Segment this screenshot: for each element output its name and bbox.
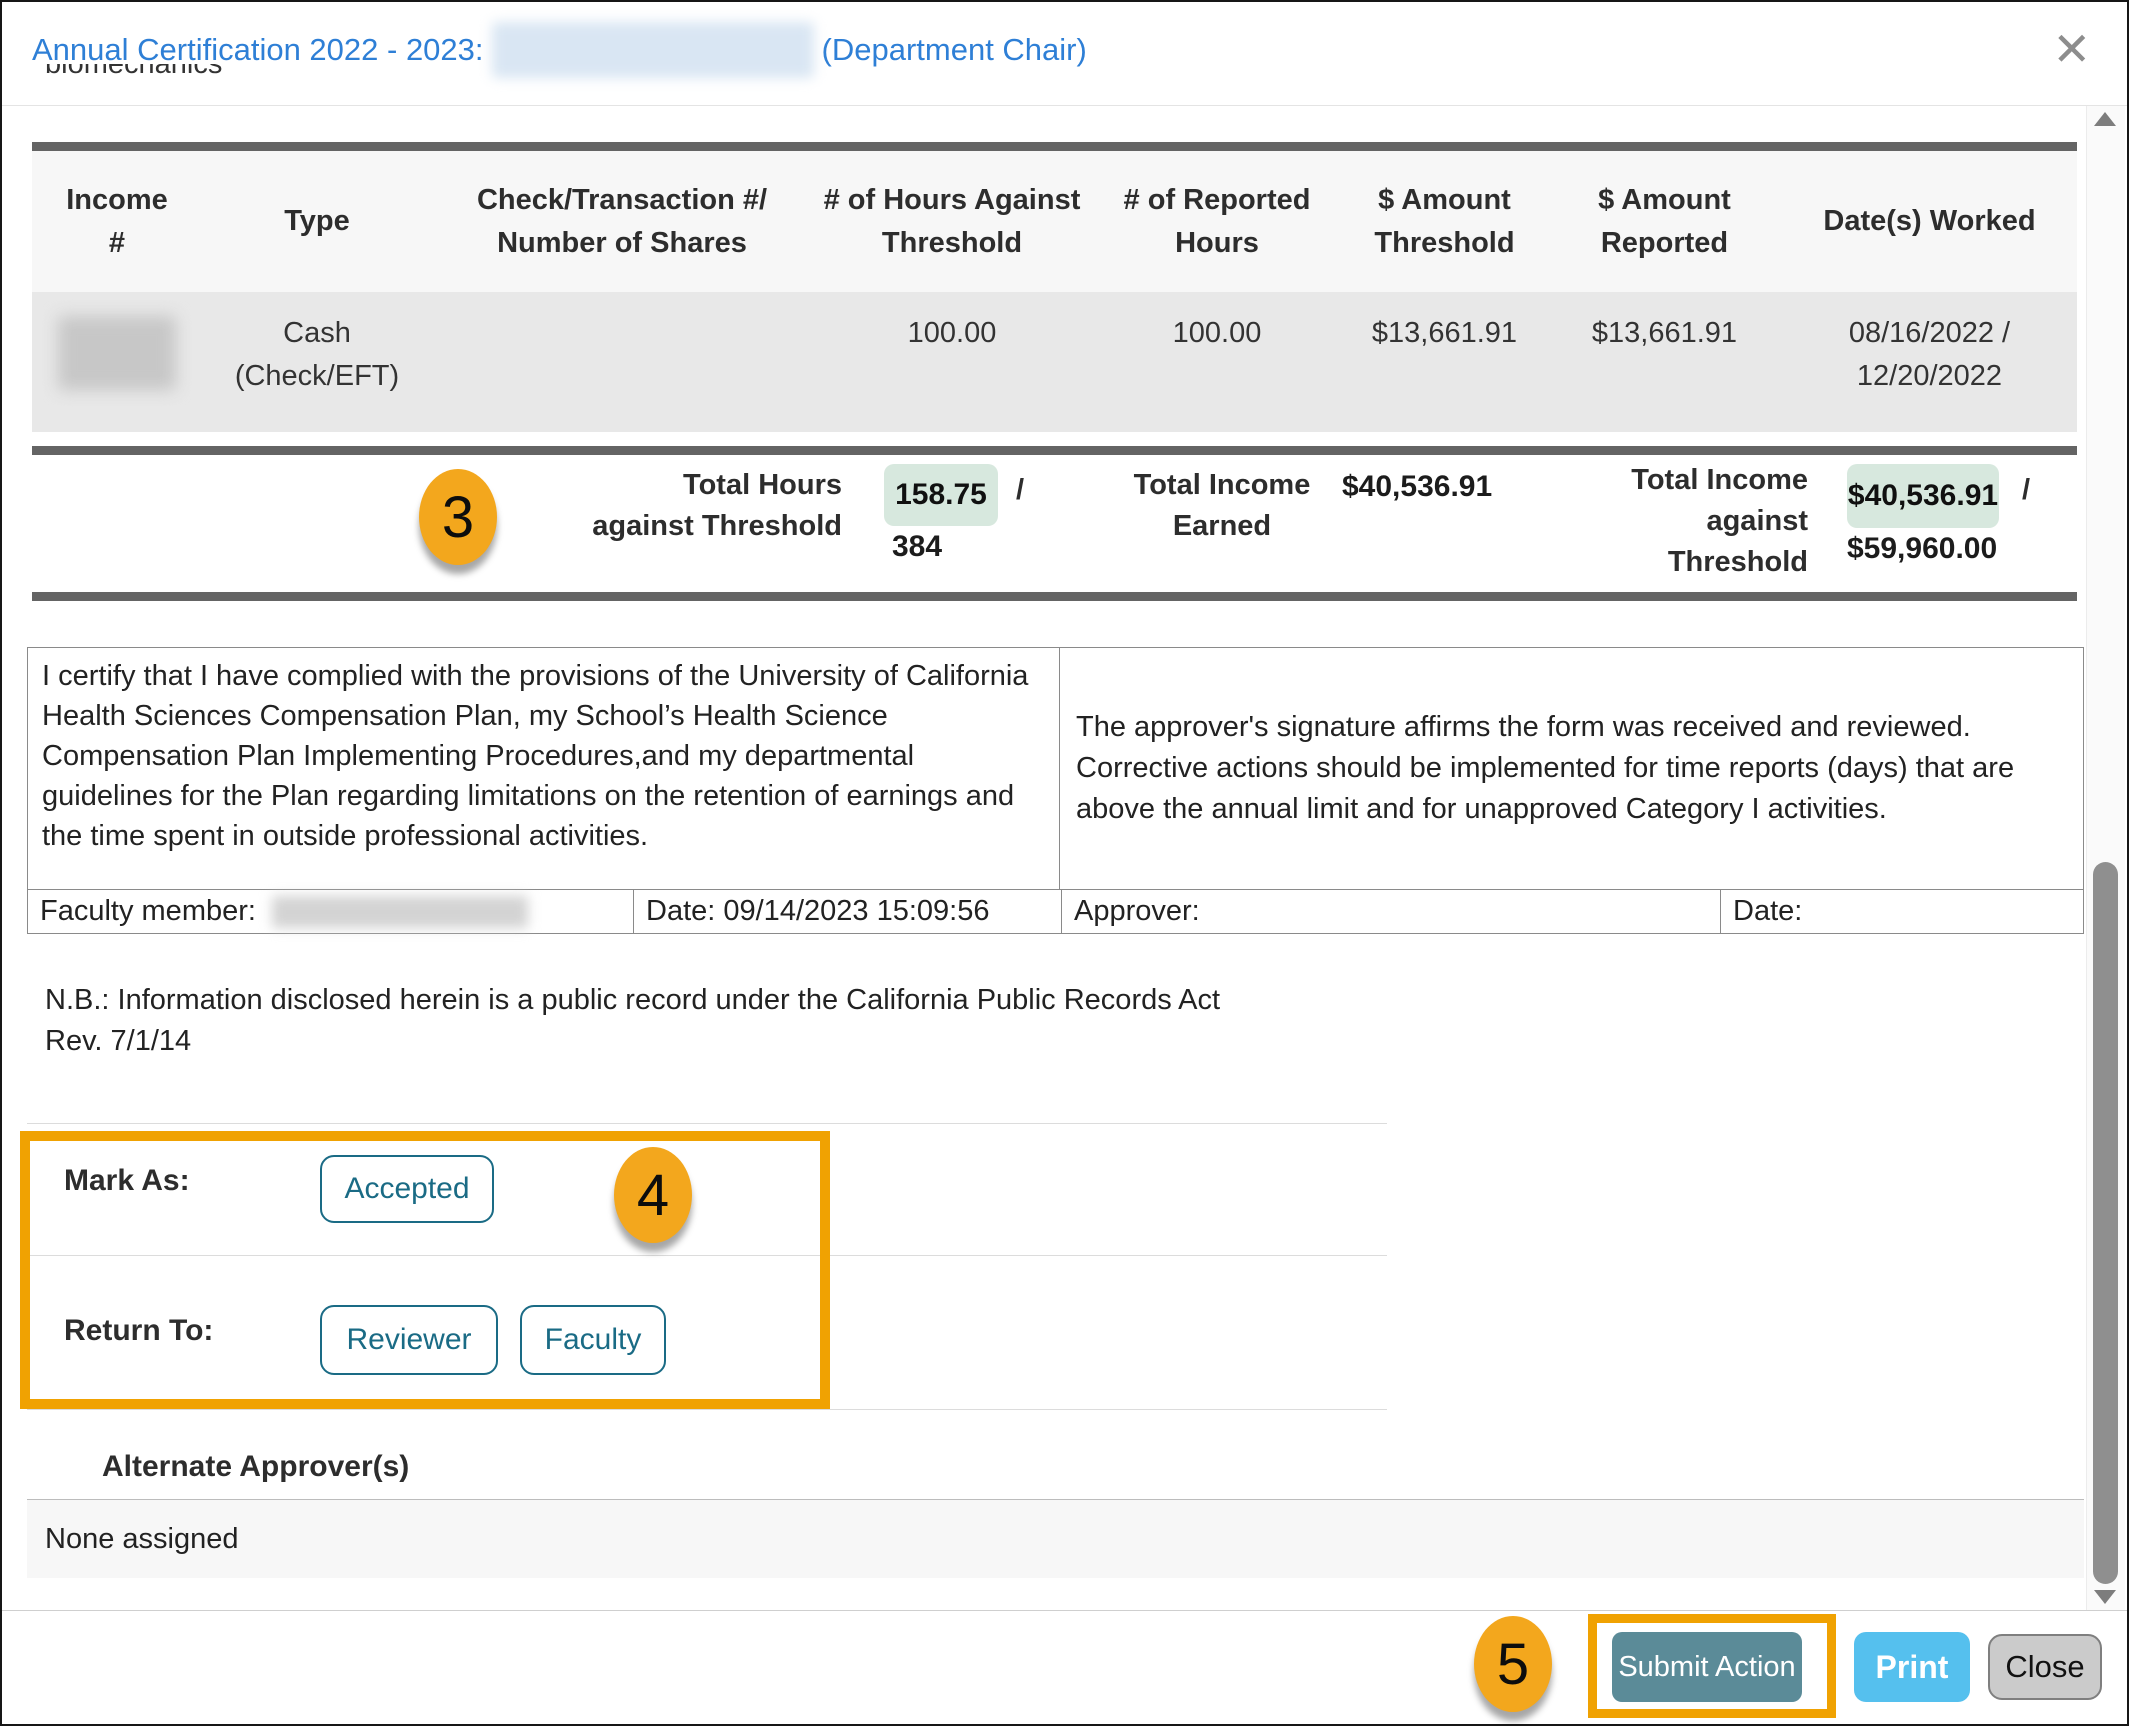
row-divider [27, 1409, 1387, 1410]
income-table-header: Income # Type Check/Transaction #/ Numbe… [32, 151, 2077, 292]
approver-certification-statement: The approver's signature affirms the for… [1060, 648, 2083, 889]
col-dates-worked: Date(s) Worked [1782, 151, 2077, 292]
cell-income-number [32, 292, 202, 432]
vertical-scrollbar-thumb[interactable] [2093, 862, 2118, 1584]
approver-date-cell: Date: [1721, 890, 2083, 933]
title-prefix: Annual Certification 2022 - 2023: [32, 32, 484, 68]
total-income-threshold-max: $59,960.00 [1847, 532, 1997, 566]
total-hours-value-badge: 158.75 [884, 464, 998, 526]
redacted-name [492, 22, 814, 78]
col-hours-against-threshold: # of Hours Against Threshold [812, 151, 1092, 292]
income-table-row: Cash (Check/EFT) 100.00 100.00 $13,661.9… [32, 292, 2077, 432]
redacted-faculty-name [272, 896, 528, 928]
total-hours-label: Total Hours against Threshold [492, 465, 842, 547]
cell-reported-hours: 100.00 [1092, 292, 1342, 432]
cell-type: Cash (Check/EFT) [202, 292, 432, 432]
step-3-badge: 3 [419, 469, 497, 565]
modal-title-bar: Annual Certification 2022 - 2023: (Depar… [2, 2, 2129, 106]
cell-check-transaction [432, 292, 812, 432]
faculty-certification-statement: I certify that I have complied with the … [28, 648, 1060, 889]
cell-hours-against-threshold: 100.00 [812, 292, 1092, 432]
cell-amount-reported: $13,661.91 [1547, 292, 1782, 432]
step-5-highlight-box [1588, 1614, 1836, 1718]
total-income-earned-label: Total Income Earned [1122, 465, 1322, 547]
approver-cell: Approver: [1062, 890, 1721, 933]
total-income-threshold-value-badge: $40,536.91 [1847, 464, 1999, 528]
redacted-income-number [58, 316, 176, 390]
public-record-note: N.B.: Information disclosed herein is a … [45, 980, 1220, 1062]
scroll-down-arrow-icon[interactable] [2094, 1590, 2116, 1604]
revision-line: Rev. 7/1/14 [45, 1021, 1220, 1062]
cell-dates-worked: 08/16/2022 / 12/20/2022 [1782, 292, 2077, 432]
row-divider [27, 1123, 1387, 1124]
col-amount-threshold: $ Amount Threshold [1342, 151, 1547, 292]
annual-certification-modal: Annual Certification 2022 - 2023: (Depar… [0, 0, 2129, 1726]
col-check-transaction: Check/Transaction #/ Number of Shares [432, 151, 812, 292]
faculty-date-cell: Date: 09/14/2023 15:09:56 [634, 890, 1062, 933]
footer-divider [2, 1610, 2129, 1611]
close-icon[interactable]: ✕ [2052, 26, 2091, 72]
col-reported-hours: # of Reported Hours [1092, 151, 1342, 292]
print-button[interactable]: Print [1854, 1632, 1970, 1702]
step-5-badge: 5 [1474, 1616, 1552, 1712]
step-4-highlight-box [20, 1131, 830, 1409]
alternate-approvers-row: None assigned [27, 1499, 2084, 1578]
total-hours-divider: / [1016, 474, 1024, 507]
alternate-approvers-heading: Alternate Approver(s) [102, 1450, 409, 1484]
col-amount-reported: $ Amount Reported [1547, 151, 1782, 292]
totals-bottom-divider [32, 592, 2077, 601]
col-type: Type [202, 151, 432, 292]
col-income-number: Income # [32, 151, 202, 292]
title-suffix: (Department Chair) [822, 32, 1087, 68]
clipped-scroll-text: biomechanics [45, 64, 222, 88]
faculty-member-cell: Faculty member: [28, 890, 634, 933]
signature-row: Faculty member: Date: 09/14/2023 15:09:5… [28, 890, 2083, 933]
total-hours-max: 384 [892, 530, 942, 564]
table-top-divider [32, 142, 2077, 151]
total-income-earned-value: $40,536.91 [1342, 470, 1492, 504]
cell-amount-threshold: $13,661.91 [1342, 292, 1547, 432]
nb-line: N.B.: Information disclosed herein is a … [45, 980, 1220, 1021]
total-income-threshold-divider: / [2022, 474, 2030, 507]
close-button[interactable]: Close [1988, 1634, 2102, 1700]
certification-table: I certify that I have complied with the … [27, 647, 2084, 934]
total-income-threshold-label: Total Income against Threshold [1590, 460, 1808, 583]
certification-statements: I certify that I have complied with the … [28, 648, 2083, 890]
totals-top-divider [32, 446, 2077, 455]
scroll-up-arrow-icon[interactable] [2094, 112, 2116, 126]
